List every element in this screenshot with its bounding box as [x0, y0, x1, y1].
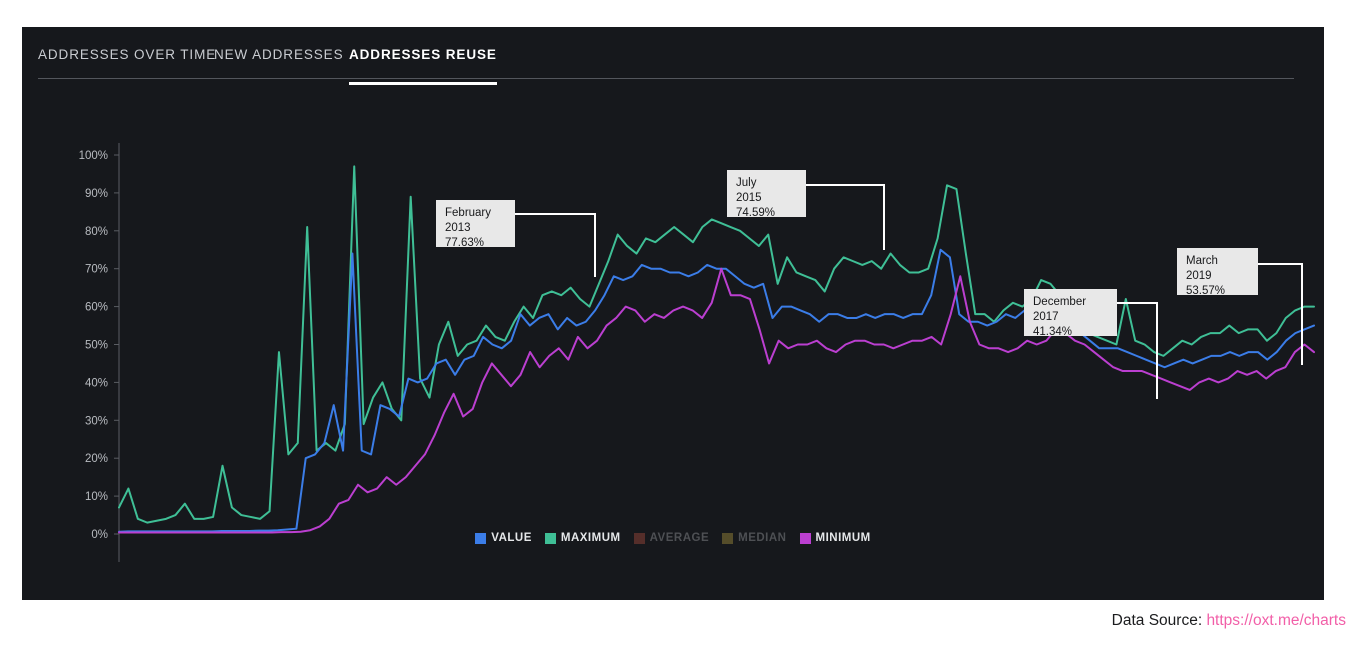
legend-label: MAXIMUM — [560, 532, 621, 544]
data-source-footer: Data Source: https://oxt.me/charts — [1112, 612, 1346, 630]
data-source-link[interactable]: https://oxt.me/charts — [1206, 612, 1346, 629]
legend-swatch-icon — [722, 532, 734, 544]
annotation-july-2015: July 2015 74.59% — [727, 170, 806, 219]
y-axis-tick-label: 20% — [85, 453, 108, 465]
y-axis-tick-label: 40% — [85, 377, 108, 389]
line-chart[interactable]: 0%10%20%30%40%50%60%70%80%90%100% — [22, 87, 1324, 600]
annotation-leader-vertical — [594, 213, 596, 277]
tab-label: ADDRESSES REUSE — [349, 47, 497, 62]
active-tab-underline — [349, 82, 497, 85]
annotation-leader-horizontal — [1258, 263, 1302, 265]
y-axis-tick-label: 90% — [85, 188, 108, 200]
legend-label: MEDIAN — [738, 532, 787, 544]
annotation-month: July — [736, 177, 757, 189]
legend-label: VALUE — [491, 532, 532, 544]
annotation-year: 2019 — [1186, 270, 1212, 282]
legend-item-maximum[interactable]: MAXIMUM — [544, 532, 621, 544]
legend-swatch-icon — [799, 532, 811, 544]
y-axis-tick-label: 60% — [85, 302, 108, 314]
annotation-leader-vertical — [1301, 263, 1303, 365]
y-axis-tick-label: 30% — [85, 415, 108, 427]
legend-swatch-icon — [544, 532, 556, 544]
annotation-year: 2015 — [736, 192, 762, 204]
y-axis-tick-label: 50% — [85, 340, 108, 352]
y-axis-tick-label: 100% — [79, 150, 108, 162]
annotation-month: March — [1186, 255, 1218, 267]
annotation-value: 41.34% — [1033, 326, 1073, 338]
legend-label: MINIMUM — [815, 532, 871, 544]
annotation-value: 77.63% — [445, 237, 485, 249]
annotation-leader-horizontal — [806, 184, 884, 186]
legend-swatch-icon — [633, 532, 645, 544]
annotation-value: 53.57% — [1186, 285, 1226, 297]
annotation-month: February — [445, 207, 492, 219]
legend-item-value[interactable]: VALUE — [475, 532, 532, 544]
annotation-leader-vertical — [1156, 302, 1158, 399]
annotation-value: 74.59% — [736, 207, 776, 219]
tab-label: ADDRESSES OVER TIME — [38, 47, 217, 62]
annotation-leader-horizontal — [1117, 302, 1157, 304]
annotation-leader-horizontal — [515, 213, 595, 215]
chart-panel: ADDRESSES OVER TIME NEW ADDRESSES ADDRESSE… — [22, 27, 1324, 600]
y-axis-tick-label: 10% — [85, 491, 108, 503]
annotation-month: December — [1033, 296, 1087, 308]
legend-swatch-icon — [475, 532, 487, 544]
legend-label: AVERAGE — [649, 532, 710, 544]
chart-area: 0% 10% 20% 30% 40% 50% 60% 70% 80% 90% 100% Februa… — [22, 87, 1324, 600]
legend-item-median[interactable]: MEDIAN — [722, 532, 786, 544]
series-line-minimum[interactable] — [118, 267, 1315, 534]
annotation-leader-vertical — [883, 184, 885, 250]
annotation-december-2017: December 2017 41.34% — [1024, 289, 1117, 338]
series-line-value[interactable] — [118, 248, 1315, 533]
legend-item-average[interactable]: AVERAGE — [633, 532, 710, 544]
legend-item-minimum[interactable]: MINIMUM — [799, 532, 871, 544]
annotation-february-2013: February 2013 77.63% — [436, 200, 515, 249]
annotation-march-2019: March 2019 53.57% — [1177, 248, 1258, 297]
tab-bar-divider — [38, 78, 1294, 79]
annotation-year: 2013 — [445, 222, 471, 234]
series-line-maximum[interactable] — [118, 165, 1315, 524]
tab-label: NEW ADDRESSES — [214, 47, 344, 62]
y-axis-tick-label: 70% — [85, 264, 108, 276]
y-axis-tick-label: 80% — [85, 226, 108, 238]
tab-bar: ADDRESSES OVER TIME NEW ADDRESSES ADDRESSE… — [38, 45, 1310, 85]
data-source-label: Data Source: — [1111, 612, 1207, 629]
chart-legend: VALUE MAXIMUM AVERAGE MEDIAN MINIMUM — [22, 532, 1324, 544]
annotation-year: 2017 — [1033, 311, 1059, 323]
